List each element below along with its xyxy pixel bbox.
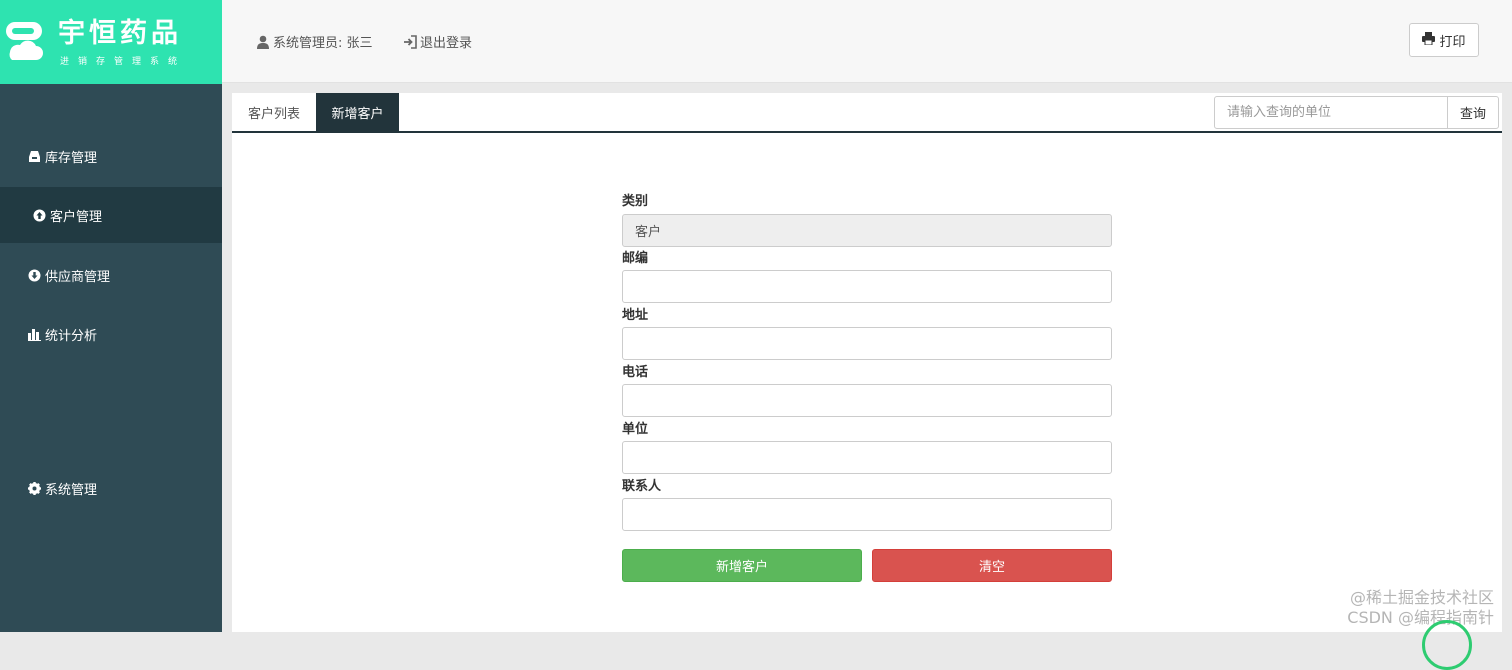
top-header: 系统管理员: 张三 退出登录 打印 — [222, 0, 1512, 83]
user-icon — [256, 35, 270, 49]
sidebar-item-label: 系统管理 — [45, 479, 97, 498]
tab-bar: 客户列表 新增客户 查询 — [232, 93, 1502, 133]
clear-button[interactable]: 清空 — [872, 549, 1112, 582]
sidebar-item-system[interactable]: 系统管理 — [0, 460, 222, 516]
sidebar-item-customers[interactable]: 客户管理 — [0, 187, 222, 243]
sidebar-nav: 库存管理 客户管理 供应商管理 统计分析 系统管理 — [0, 84, 222, 632]
sidebar: 宇恒药品 进销存管理系统 库存管理 客户管理 供应商管理 统计分 — [0, 0, 222, 632]
print-label: 打印 — [1439, 31, 1465, 50]
company-label: 单位 — [622, 418, 648, 437]
sidebar-item-inventory[interactable]: 库存管理 — [0, 128, 222, 184]
watermark-line-2: CSDN @编程指南针 — [1347, 608, 1494, 628]
category-field[interactable] — [622, 214, 1112, 247]
tab-add-customer[interactable]: 新增客户 — [316, 93, 399, 131]
watermark: @稀土掘金技术社区 CSDN @编程指南针 — [1347, 588, 1494, 628]
logout-link[interactable]: 退出登录 — [403, 32, 472, 51]
contact-label: 联系人 — [622, 475, 661, 494]
category-label: 类别 — [622, 190, 648, 209]
postcode-label: 邮编 — [622, 247, 648, 266]
logout-label: 退出登录 — [420, 32, 472, 51]
print-icon — [1422, 32, 1435, 49]
logo-icon — [4, 18, 46, 66]
current-user: 系统管理员: 张三 — [256, 32, 373, 51]
watermark-line-1: @稀土掘金技术社区 — [1347, 588, 1494, 608]
address-label: 地址 — [622, 304, 648, 323]
inbox-icon — [28, 150, 41, 163]
logo: 宇恒药品 进销存管理系统 — [0, 0, 222, 84]
arrow-circle-up-icon — [33, 209, 46, 222]
address-field[interactable] — [622, 327, 1112, 360]
sidebar-item-label: 供应商管理 — [45, 266, 110, 285]
gear-icon — [28, 482, 41, 495]
contact-field[interactable] — [622, 498, 1112, 531]
bar-chart-icon — [28, 328, 41, 341]
print-button[interactable]: 打印 — [1409, 23, 1479, 57]
phone-field[interactable] — [622, 384, 1112, 417]
tab-customer-list[interactable]: 客户列表 — [232, 93, 316, 131]
logo-title: 宇恒药品 — [58, 18, 186, 50]
sidebar-item-label: 库存管理 — [45, 147, 97, 166]
postcode-field[interactable] — [622, 270, 1112, 303]
sidebar-item-label: 统计分析 — [45, 325, 97, 344]
sidebar-item-suppliers[interactable]: 供应商管理 — [0, 247, 222, 303]
logo-subtitle: 进销存管理系统 — [58, 54, 186, 67]
floating-widget[interactable] — [1422, 620, 1472, 670]
sign-in-icon — [403, 35, 417, 49]
add-customer-button[interactable]: 新增客户 — [622, 549, 862, 582]
arrow-circle-down-icon — [28, 269, 41, 282]
user-label: 系统管理员: 张三 — [273, 32, 373, 51]
company-field[interactable] — [622, 441, 1112, 474]
sidebar-item-label: 客户管理 — [50, 206, 102, 225]
sidebar-item-statistics[interactable]: 统计分析 — [0, 306, 222, 362]
search-input[interactable] — [1214, 96, 1448, 129]
phone-label: 电话 — [622, 361, 648, 380]
main-panel: 客户列表 新增客户 查询 类别 邮编 地址 电话 单位 联系人 新增客户 清空 — [232, 93, 1502, 632]
search-button[interactable]: 查询 — [1447, 96, 1499, 129]
